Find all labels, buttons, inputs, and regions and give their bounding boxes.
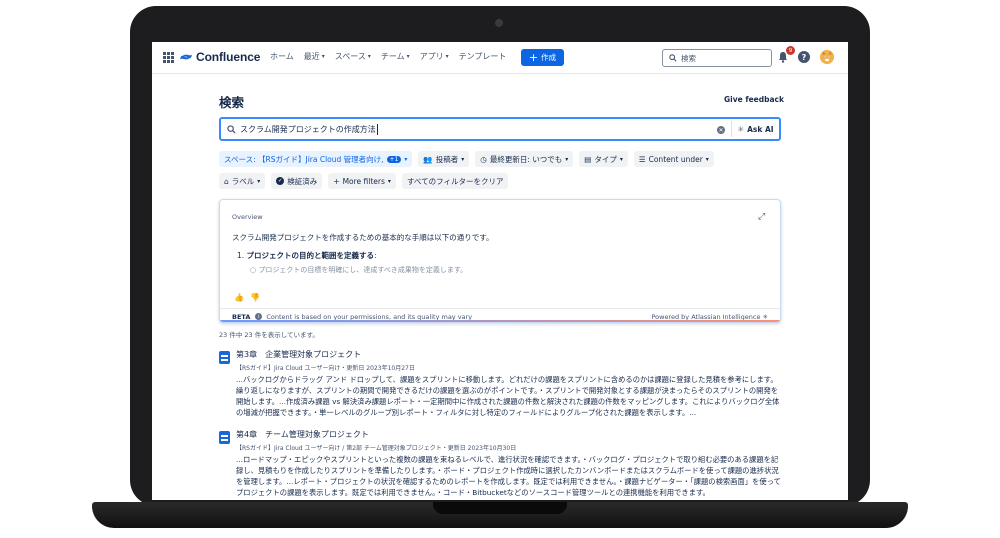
document-icon: ▤	[584, 154, 592, 164]
search-icon	[669, 54, 677, 62]
thumbs-up-icon[interactable]: 👍	[234, 293, 244, 302]
ai-sparkle-icon: ✳	[737, 124, 745, 134]
screen: Confluence ホーム 最近 ▾ スペース ▾ チーム ▾ アプリ ▾ テンプレー…	[152, 42, 848, 500]
top-search-input[interactable]: 検索	[662, 49, 772, 67]
ask-ai-button[interactable]: ✳ Ask AI	[731, 121, 779, 137]
app-switcher-icon[interactable]	[163, 52, 174, 63]
info-icon: i	[255, 313, 263, 320]
nav-item-spaces[interactable]: スペース ▾	[335, 51, 371, 62]
nav-item-teams[interactable]: チーム ▾	[381, 51, 410, 62]
expand-icon[interactable]: ⤢	[758, 212, 765, 222]
verified-check-icon: ✓	[276, 177, 285, 185]
text-caret	[376, 123, 378, 135]
filter-row: ⌂ ラベル ▾ ✓ 検証済み + More filters ▾ すべてのフィルタ…	[219, 173, 509, 189]
results-count: 23 件中 23 件を表示しています。	[219, 331, 319, 339]
give-feedback-button[interactable]: Give feedback	[724, 95, 784, 104]
last-updated-filter[interactable]: ◷ 最終更新日: いつでも ▾	[475, 151, 574, 167]
people-icon: 👥	[423, 154, 433, 164]
content-under-filter[interactable]: ☰ Content under ▾	[633, 151, 714, 167]
laptop-notch	[433, 502, 567, 514]
type-filter[interactable]: ▤ タイプ ▾	[579, 151, 628, 167]
nav-item-apps[interactable]: アプリ ▾	[420, 51, 449, 62]
filter-row: スペース: 【RSガイド】Jira Cloud 管理者向け, +1 ▾ 👥 投稿…	[219, 151, 714, 167]
chevron-down-icon: ▾	[445, 53, 449, 60]
verified-filter[interactable]: ✓ 検証済み	[271, 173, 323, 189]
page-title: 検索	[219, 95, 245, 110]
thumbs-down-icon[interactable]: 👎	[250, 293, 260, 302]
ai-overview-card: Overview ⤢ スクラム開発プロジェクトを作成するための基本的な手順は以下…	[219, 199, 781, 323]
nav-item-home[interactable]: ホーム	[270, 51, 294, 62]
nav-item-templates[interactable]: テンプレート	[459, 51, 507, 62]
confluence-logo-icon	[180, 54, 192, 60]
result-meta: 【RSガイド】Jira Cloud ユーザー向け / 第2部 チーム管理対象プロ…	[236, 445, 517, 452]
top-navigation: Confluence ホーム 最近 ▾ スペース ▾ チーム ▾ アプリ ▾ テンプレー…	[152, 42, 848, 74]
search-icon	[227, 124, 236, 134]
space-filter[interactable]: スペース: 【RSガイド】Jira Cloud 管理者向け, +1 ▾	[219, 151, 413, 167]
result-title-link[interactable]: 第4章 チーム管理対象プロジェクト	[236, 429, 369, 440]
result-excerpt: ...ロードマップ・エピックやスプリントといった複数の課題を束ねるレベルで、進行…	[236, 455, 781, 497]
clear-search-icon[interactable]: ✕	[717, 126, 725, 134]
tag-icon: ⌂	[224, 176, 229, 186]
chevron-down-icon: ▾	[367, 53, 371, 60]
chevron-down-icon: ▾	[705, 155, 709, 163]
overview-step: 1. プロジェクトの目的と範囲を定義する:	[237, 251, 377, 260]
nav-menu: ホーム 最近 ▾ スペース ▾ チーム ▾ アプリ ▾ テンプレート	[270, 51, 506, 62]
camera-icon	[495, 19, 503, 27]
page-icon	[219, 351, 230, 364]
create-button[interactable]: + 作成	[521, 49, 564, 66]
ai-gradient-bar	[220, 320, 780, 322]
chevron-down-icon: ▾	[257, 177, 261, 185]
clock-icon: ◷	[480, 154, 487, 164]
nav-item-recent[interactable]: 最近 ▾	[304, 51, 325, 62]
main-search-input[interactable]: スクラム開発プロジェクトの作成方法 ✕ ✳ Ask AI	[219, 117, 781, 141]
plus-icon: +	[333, 176, 340, 186]
result-title-link[interactable]: 第3章 企業管理対象プロジェクト	[236, 349, 361, 360]
hierarchy-icon: ☰	[638, 154, 646, 164]
chevron-down-icon: ▾	[565, 155, 569, 163]
search-query: スクラム開発プロジェクトの作成方法	[240, 124, 376, 134]
notification-badge: 9	[786, 46, 795, 55]
chevron-down-icon: ▾	[387, 177, 391, 185]
chevron-down-icon: ▾	[406, 53, 410, 60]
result-meta: 【RSガイド】Jira Cloud ユーザー向け・更新日 2023年10月27日	[236, 365, 415, 372]
help-icon[interactable]: ?	[798, 51, 810, 63]
feedback-buttons: 👍 👎	[234, 293, 260, 302]
overview-substep: ○ プロジェクトの目標を明確にし、達成すべき成果物を定義します。	[250, 266, 468, 274]
chevron-down-icon: ▾	[461, 155, 465, 163]
confluence-logo[interactable]: Confluence	[180, 50, 260, 64]
result-excerpt: ...バックログからドラッグ アンド ドロップして、課題をスプリントに移動します…	[236, 375, 780, 417]
label-filter[interactable]: ⌂ ラベル ▾	[219, 173, 266, 189]
avatar[interactable]	[820, 50, 834, 64]
contributor-filter[interactable]: 👥 投稿者 ▾	[418, 151, 470, 167]
page-icon	[219, 431, 230, 444]
overview-summary: スクラム開発プロジェクトを作成するための基本的な手順は以下の通りです。	[232, 233, 494, 242]
clear-all-filters-button[interactable]: すべてのフィルターをクリア	[401, 173, 509, 189]
overview-label: Overview	[232, 213, 263, 221]
chevron-down-icon: ▾	[321, 53, 325, 60]
chevron-down-icon: ▾	[404, 155, 408, 163]
app-name: Confluence	[196, 50, 261, 64]
plus-icon: +	[528, 51, 539, 64]
more-filters-button[interactable]: + More filters ▾	[328, 173, 396, 189]
chevron-down-icon: ▾	[619, 155, 623, 163]
